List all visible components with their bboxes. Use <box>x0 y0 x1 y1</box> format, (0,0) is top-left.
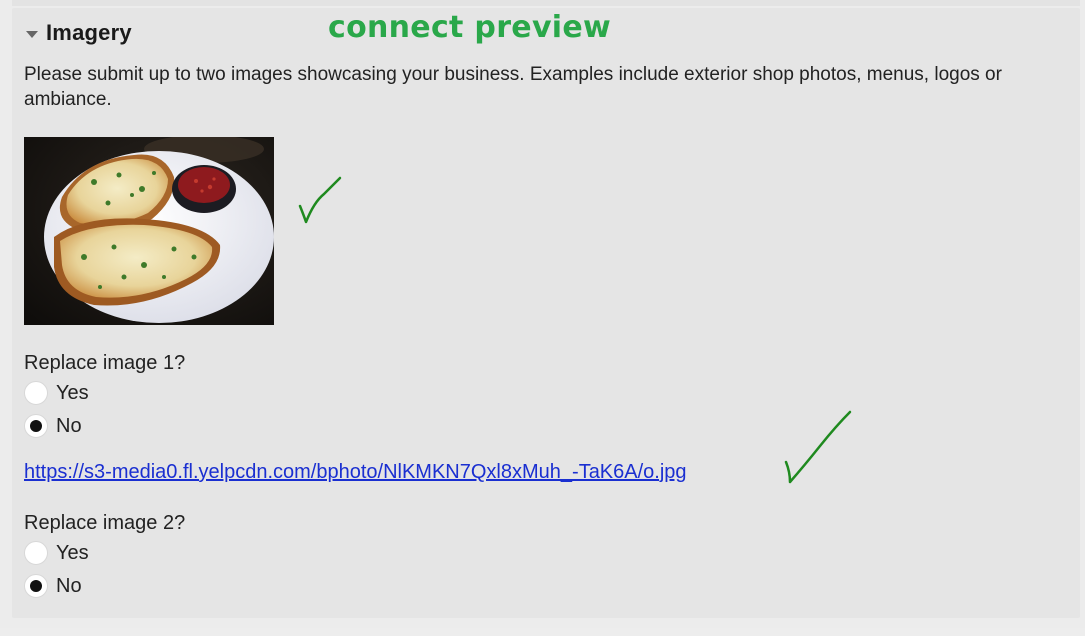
replace-image-1-yes-option[interactable]: Yes <box>24 381 89 405</box>
radio-selected[interactable] <box>24 574 48 598</box>
radio-unselected[interactable] <box>24 541 48 565</box>
bottom-divider <box>0 628 1085 636</box>
section-description: Please submit up to two images showcasin… <box>24 64 1002 110</box>
image-1-url-link[interactable]: https://s3-media0.fl.yelpcdn.com/bphoto/… <box>24 461 687 484</box>
replace-image-1-question: Replace image 1? <box>24 352 186 374</box>
checkmark-icon <box>784 410 852 484</box>
radio-label: No <box>56 414 82 437</box>
radio-label: No <box>56 574 82 597</box>
food-photo-icon <box>24 137 274 325</box>
replace-image-2-question: Replace image 2? <box>24 512 186 534</box>
imagery-section-panel: Imagery connect preview Please submit up… <box>12 8 1080 618</box>
top-divider <box>12 0 1080 6</box>
radio-label: Yes <box>56 541 89 564</box>
caret-down-icon <box>26 30 38 38</box>
replace-image-2-no-option[interactable]: No <box>24 574 82 598</box>
replace-image-2-yes-option[interactable]: Yes <box>24 541 89 565</box>
radio-selected[interactable] <box>24 414 48 438</box>
radio-unselected[interactable] <box>24 381 48 405</box>
replace-image-1-no-option[interactable]: No <box>24 414 82 438</box>
preview-annotation: connect preview <box>328 10 612 45</box>
radio-label: Yes <box>56 381 89 404</box>
checkmark-icon <box>298 176 342 224</box>
submitted-image-thumbnail <box>24 137 274 325</box>
imagery-section-toggle[interactable]: Imagery <box>26 20 132 46</box>
section-title: Imagery <box>46 20 132 45</box>
